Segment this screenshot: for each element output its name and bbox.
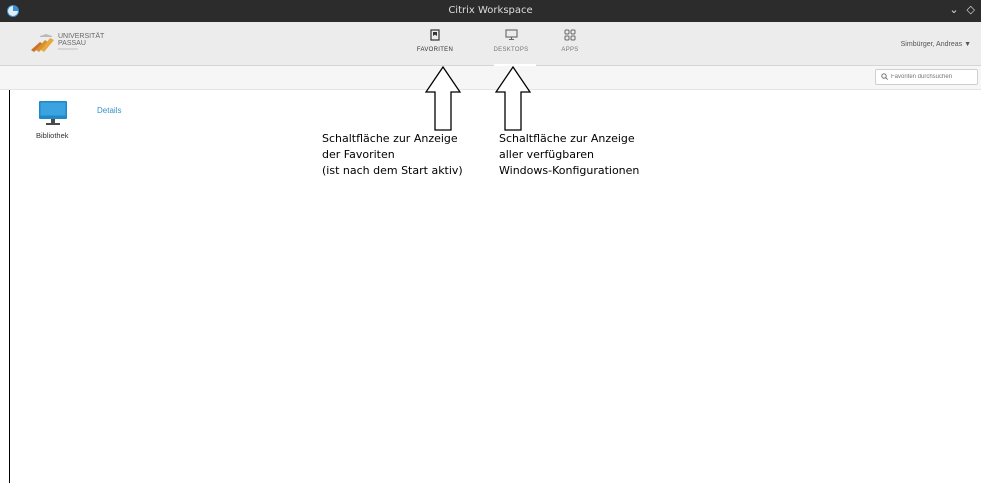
window-titlebar: Citrix Workspace ⌄ ◇	[0, 0, 981, 22]
tab-desktops-label: DESKTOPS	[493, 47, 529, 53]
monitor-icon[interactable]	[38, 100, 68, 128]
favorite-name[interactable]: Bibliothek	[36, 131, 69, 140]
search-input[interactable]	[891, 71, 975, 83]
app-header: UNIVERSITÄT PASSAU ═══════════ FAVORITEN …	[0, 22, 981, 66]
tab-desktops[interactable]: DESKTOPS	[481, 26, 541, 62]
grid-icon	[564, 29, 576, 41]
tab-apps[interactable]: APPS	[540, 26, 600, 62]
logo-tagline: ═══════════	[58, 47, 78, 51]
logo-mark-icon	[31, 34, 54, 52]
minimize-icon[interactable]: ⌄	[949, 3, 958, 16]
tab-favoriten[interactable]: FAVORITEN	[405, 26, 465, 62]
annotation-arrow-favoriten	[425, 66, 461, 131]
tab-apps-label: APPS	[561, 47, 579, 53]
search-icon	[881, 73, 888, 80]
restore-icon[interactable]: ◇	[967, 3, 975, 16]
search-box[interactable]	[875, 69, 978, 85]
tab-favoriten-label: FAVORITEN	[416, 47, 454, 53]
monitor-icon	[504, 29, 518, 41]
window-controls: ⌄ ◇	[941, 3, 975, 16]
user-menu[interactable]: Simbürger, Andreas ▼	[901, 41, 971, 48]
details-link[interactable]: Details	[97, 106, 121, 115]
annotation-arrow-desktops	[495, 66, 531, 131]
university-logo: UNIVERSITÄT PASSAU ═══════════	[30, 28, 120, 58]
search-bar-row	[0, 66, 981, 90]
window-title: Citrix Workspace	[448, 5, 533, 16]
annotation-desktops: Schaltfläche zur Anzeige aller verfügbar…	[499, 132, 640, 177]
logo-wordmark: UNIVERSITÄT PASSAU	[58, 33, 105, 47]
annotation-favoriten: Schaltfläche zur Anzeige der Favoriten (…	[322, 132, 463, 177]
bookmark-icon	[430, 29, 440, 41]
